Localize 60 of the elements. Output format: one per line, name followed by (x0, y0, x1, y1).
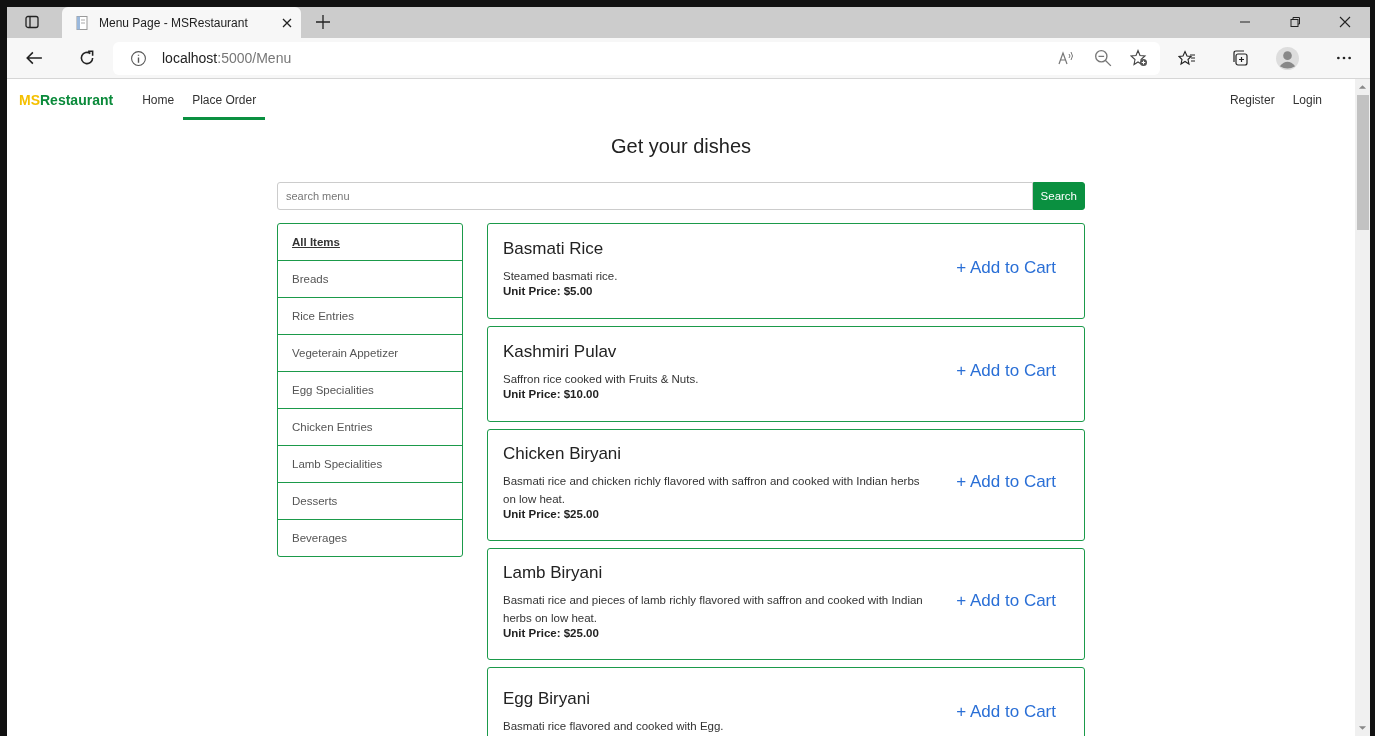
dish-name: Kashmiri Pulav (503, 342, 618, 362)
category-item[interactable]: Rice Entries (278, 297, 462, 334)
search-button[interactable]: Search (1032, 182, 1085, 210)
dish-description: Steamed basmati rice. (503, 269, 619, 284)
nav-link[interactable]: Login (1283, 83, 1331, 120)
nav-link[interactable]: Place Order (183, 83, 266, 120)
dish-description: Basmati rice and pieces of lamb richly flavored with saffron and cooked with Indian herbs on low heat. (503, 593, 924, 626)
nav-link[interactable]: Register (1220, 83, 1284, 120)
category-item[interactable]: Beverages (278, 519, 462, 556)
tab-actions-icon[interactable] (24, 14, 40, 30)
unit-price: Unit Price: $25.00 (503, 508, 600, 520)
dish-description: Basmati rice flavored and cooked with Egg. (503, 719, 725, 734)
page-icon (74, 14, 90, 31)
back-arrow-icon[interactable] (25, 49, 43, 67)
dish-name: Egg Biryani (503, 689, 591, 709)
dish-name: Basmati Rice (503, 239, 605, 259)
new-tab-icon[interactable] (315, 14, 331, 30)
collections-icon[interactable] (1231, 49, 1249, 67)
favorites-icon[interactable] (1178, 49, 1196, 67)
add-to-cart-link[interactable]: + Add to Cart (956, 361, 1056, 381)
dish-name: Lamb Biryani (503, 563, 604, 583)
url-path: :5000/Menu (217, 50, 292, 66)
scroll-up-icon[interactable] (1358, 83, 1367, 91)
unit-price: Unit Price: $25.00 (503, 627, 600, 639)
page-heading: Get your dishes (609, 135, 753, 158)
address-field[interactable]: localhost:5000/Menu (113, 41, 1160, 75)
category-item[interactable]: Vegeterain Appetizer (278, 334, 462, 371)
category-item[interactable]: Chicken Entries (278, 408, 462, 445)
scrollbar[interactable] (1355, 79, 1370, 736)
dish-description: Saffron rice cooked with Fruits & Nuts. (503, 372, 700, 387)
info-icon (130, 49, 147, 67)
category-item[interactable]: Lamb Specialities (278, 445, 462, 482)
category-item[interactable]: Desserts (278, 482, 462, 519)
refresh-icon[interactable] (78, 49, 96, 67)
scroll-thumb[interactable] (1356, 95, 1369, 230)
add-to-cart-link[interactable]: + Add to Cart (956, 702, 1056, 722)
url-host: localhost (162, 50, 218, 66)
zoom-out-icon[interactable] (1094, 49, 1112, 67)
close-icon[interactable] (281, 16, 293, 29)
add-to-cart-link[interactable]: + Add to Cart (956, 472, 1056, 492)
unit-price: Unit Price: $5.00 (503, 285, 594, 297)
scroll-down-icon[interactable] (1358, 724, 1367, 732)
browser-tab[interactable]: Menu Page - MSRestaurant (62, 7, 301, 38)
nav-link[interactable]: Home (133, 83, 184, 120)
category-item[interactable]: Breads (278, 260, 462, 297)
tab-title: Menu Page - MSRestaurant (99, 15, 249, 30)
search-field[interactable]: search menu (277, 182, 1033, 210)
unit-price: Unit Price: $10.00 (503, 388, 600, 400)
read-aloud-icon[interactable] (1058, 49, 1076, 67)
profile-avatar-icon[interactable] (1276, 46, 1299, 70)
add-to-cart-link[interactable]: + Add to Cart (956, 258, 1056, 278)
add-favorite-icon[interactable] (1130, 49, 1148, 67)
category-item[interactable]: Egg Specialities (278, 371, 462, 408)
brand-logo[interactable]: MSRestaurant (19, 92, 114, 108)
dish-description: Basmati rice and chicken richly flavored with saffron and cooked with Indian herbs on low heat. (503, 474, 921, 507)
close-icon[interactable] (1339, 16, 1351, 28)
add-to-cart-link[interactable]: + Add to Cart (956, 591, 1056, 611)
category-item[interactable]: All Items (278, 224, 462, 260)
restore-icon[interactable] (1289, 16, 1301, 28)
dish-name: Chicken Biryani (503, 444, 623, 464)
